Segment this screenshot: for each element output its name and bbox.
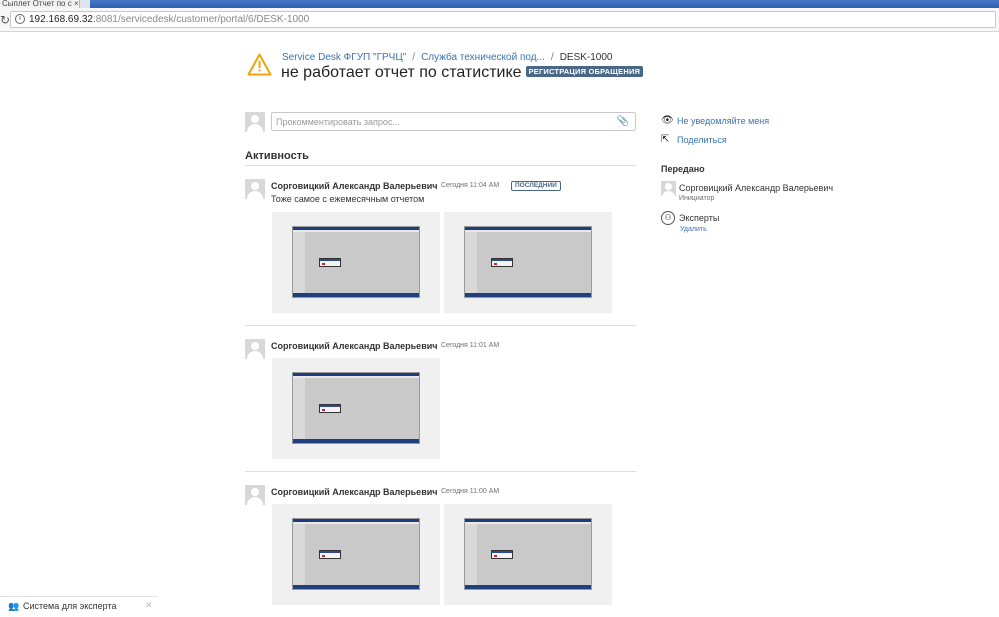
close-icon[interactable]: ✕ [145, 600, 153, 611]
browser-tab-strip: Сыплет Отчет по с × [0, 0, 999, 8]
participant-role: Инициатор [679, 195, 715, 202]
page-title: не работает отчет по статистике РЕГИСТРАЦ… [281, 64, 644, 82]
comment-time: Сегодня 11:01 AM [441, 342, 500, 349]
comment-time: Сегодня 11:04 AM [441, 182, 500, 189]
group-name: Эксперты [679, 213, 720, 223]
comment-text: Тоже самое с ежемесячным отчетом [271, 194, 425, 204]
author-avatar [245, 485, 265, 505]
url-path: :8081/servicedesk/customer/portal/6/DESK… [92, 14, 310, 25]
screenshot-image [464, 226, 592, 298]
breadcrumb-portal[interactable]: Service Desk ФГУП "ГРЧЦ" [282, 52, 406, 63]
group-icon: ⚇ [661, 211, 675, 225]
share-icon: ⇱ [661, 134, 670, 145]
comment-author[interactable]: Сорговицкий Александр Валерьевич [271, 181, 437, 191]
breadcrumb-service[interactable]: Служба технической под... [421, 52, 545, 63]
address-bar: ↻ i 192.168.69.32:8081/servicedesk/custo… [0, 8, 999, 32]
share-link[interactable]: Поделиться [677, 135, 727, 145]
screenshot-image [464, 518, 592, 590]
remove-group-link[interactable]: Удалить [680, 226, 707, 233]
request-title: не работает отчет по статистике [281, 64, 522, 81]
tab-strip-background [90, 0, 999, 8]
breadcrumb: Service Desk ФГУП "ГРЧЦ" / Служба техничес… [282, 52, 613, 63]
comment-time: Сегодня 11:00 AM [441, 488, 500, 495]
screenshot-image [292, 518, 420, 590]
download-item[interactable]: 👥 Система для эксперта ✕ [0, 596, 158, 617]
attachment-thumbnail[interactable] [272, 358, 440, 459]
url-host: 192.168.69.32 [29, 14, 93, 25]
tab-title: Сыплет Отчет по с [2, 0, 72, 8]
users-icon: 👥 [8, 601, 20, 611]
screenshot-image [292, 372, 420, 444]
browser-tab[interactable]: Сыплет Отчет по с × [0, 0, 80, 8]
comment-author[interactable]: Сорговицкий Александр Валерьевич [271, 487, 437, 497]
participant-name: Сорговицкий Александр Валерьевич [679, 183, 834, 193]
comment-placeholder: Прокомментировать запрос... [276, 117, 400, 127]
author-avatar [245, 179, 265, 199]
breadcrumb-issue-key: DESK-1000 [559, 52, 613, 63]
download-label: Система для эксперта [23, 601, 117, 611]
warning-icon [247, 53, 272, 76]
divider [245, 325, 636, 326]
eye-icon: 👁 [661, 115, 674, 126]
divider [245, 471, 636, 472]
info-icon[interactable]: i [15, 14, 25, 24]
status-badge: РЕГИСТРАЦИЯ ОБРАЩЕНИЯ [525, 66, 644, 77]
paperclip-icon[interactable]: 📎 [617, 116, 629, 127]
divider [245, 165, 636, 166]
comment-input[interactable]: Прокомментировать запрос... 📎 [271, 112, 636, 131]
participant-avatar [661, 181, 676, 196]
attachment-thumbnail[interactable] [444, 212, 612, 313]
comment-author[interactable]: Сорговицкий Александр Валерьевич [271, 341, 437, 351]
latest-badge: ПОСЛЕДНИЙ [511, 181, 561, 191]
shared-with-heading: Передано [661, 164, 705, 174]
screenshot-image [292, 226, 420, 298]
activity-heading: Активность [245, 150, 309, 162]
attachment-thumbnail[interactable] [272, 212, 440, 313]
attachment-thumbnail[interactable] [272, 504, 440, 605]
breadcrumb-separator: / [550, 52, 554, 63]
reload-icon[interactable]: ↻ [0, 13, 10, 27]
unwatch-link[interactable]: Не уведомляйте меня [677, 116, 769, 126]
current-user-avatar [245, 112, 265, 132]
url-field[interactable]: i 192.168.69.32:8081/servicedesk/custome… [10, 11, 996, 28]
attachment-thumbnail[interactable] [444, 504, 612, 605]
breadcrumb-separator: / [412, 52, 416, 63]
author-avatar [245, 339, 265, 359]
